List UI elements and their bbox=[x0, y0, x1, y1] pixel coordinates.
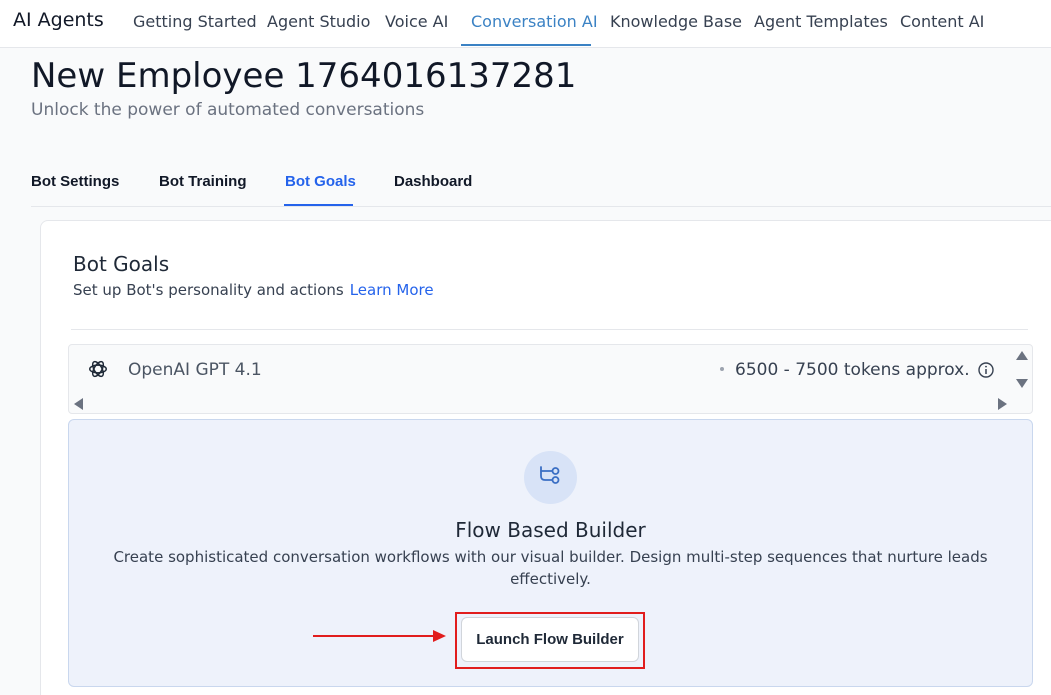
nav-tab-content-ai[interactable]: Content AI bbox=[900, 12, 984, 31]
section-divider bbox=[71, 329, 1028, 330]
flow-icon bbox=[524, 451, 577, 504]
scroll-up-icon[interactable] bbox=[1016, 351, 1028, 360]
learn-more-link[interactable]: Learn More bbox=[350, 281, 434, 299]
nav-active-indicator bbox=[461, 44, 591, 46]
annotation-arrow-head bbox=[433, 630, 446, 642]
model-name: OpenAI GPT 4.1 bbox=[128, 360, 262, 380]
scroll-right-icon[interactable] bbox=[998, 398, 1007, 410]
tabs-divider bbox=[31, 206, 1051, 207]
page-title: New Employee 1764016137281 bbox=[31, 56, 577, 96]
flow-builder-description: Create sophisticated conversation workfl… bbox=[113, 548, 988, 588]
token-estimate: 6500 - 7500 tokens approx. bbox=[735, 360, 970, 380]
scroll-down-icon[interactable] bbox=[1016, 379, 1028, 388]
tab-bot-settings[interactable]: Bot Settings bbox=[31, 173, 119, 190]
info-icon[interactable] bbox=[978, 362, 994, 378]
brand-title: AI Agents bbox=[13, 9, 104, 31]
tab-dashboard[interactable]: Dashboard bbox=[394, 173, 472, 190]
page-subtitle: Unlock the power of automated conversati… bbox=[31, 100, 425, 120]
openai-icon bbox=[89, 360, 107, 378]
tab-bot-goals[interactable]: Bot Goals bbox=[285, 173, 356, 190]
section-description: Set up Bot's personality and actions Lear… bbox=[73, 281, 434, 299]
nav-tab-voice-ai[interactable]: Voice AI bbox=[385, 12, 448, 31]
top-nav: AI Agents Getting Started Agent Studio V… bbox=[0, 0, 1051, 48]
tab-bot-training[interactable]: Bot Training bbox=[159, 173, 247, 190]
launch-flow-builder-button[interactable]: Launch Flow Builder bbox=[461, 617, 639, 662]
nav-tab-getting-started[interactable]: Getting Started bbox=[133, 12, 257, 31]
nav-tab-knowledge-base[interactable]: Knowledge Base bbox=[610, 12, 742, 31]
separator-dot bbox=[720, 367, 724, 371]
annotation-arrow bbox=[313, 635, 435, 637]
flow-builder-title: Flow Based Builder bbox=[455, 518, 646, 542]
nav-tab-agent-studio[interactable]: Agent Studio bbox=[267, 12, 370, 31]
section-title: Bot Goals bbox=[73, 252, 170, 276]
scroll-left-icon[interactable] bbox=[74, 398, 83, 410]
tab-active-indicator bbox=[284, 204, 353, 206]
nav-tab-agent-templates[interactable]: Agent Templates bbox=[754, 12, 888, 31]
section-description-text: Set up Bot's personality and actions bbox=[73, 281, 344, 299]
nav-tab-conversation-ai[interactable]: Conversation AI bbox=[471, 12, 598, 31]
